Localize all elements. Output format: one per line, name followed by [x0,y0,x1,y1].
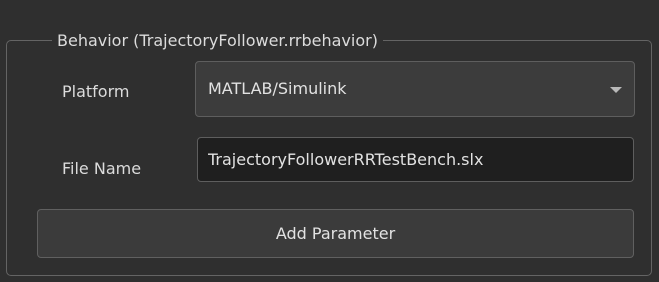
platform-selected-value: MATLAB/Simulink [208,79,347,98]
file-name-label: File Name [62,159,142,178]
file-name-input[interactable] [197,137,634,182]
chevron-down-icon[interactable] [610,87,622,93]
platform-dropdown[interactable]: MATLAB/Simulink [195,61,635,117]
behavior-group-title: Behavior (TrajectoryFollower.rrbehavior) [52,30,383,52]
add-parameter-button[interactable]: Add Parameter [37,209,634,258]
platform-label: Platform [62,82,130,101]
